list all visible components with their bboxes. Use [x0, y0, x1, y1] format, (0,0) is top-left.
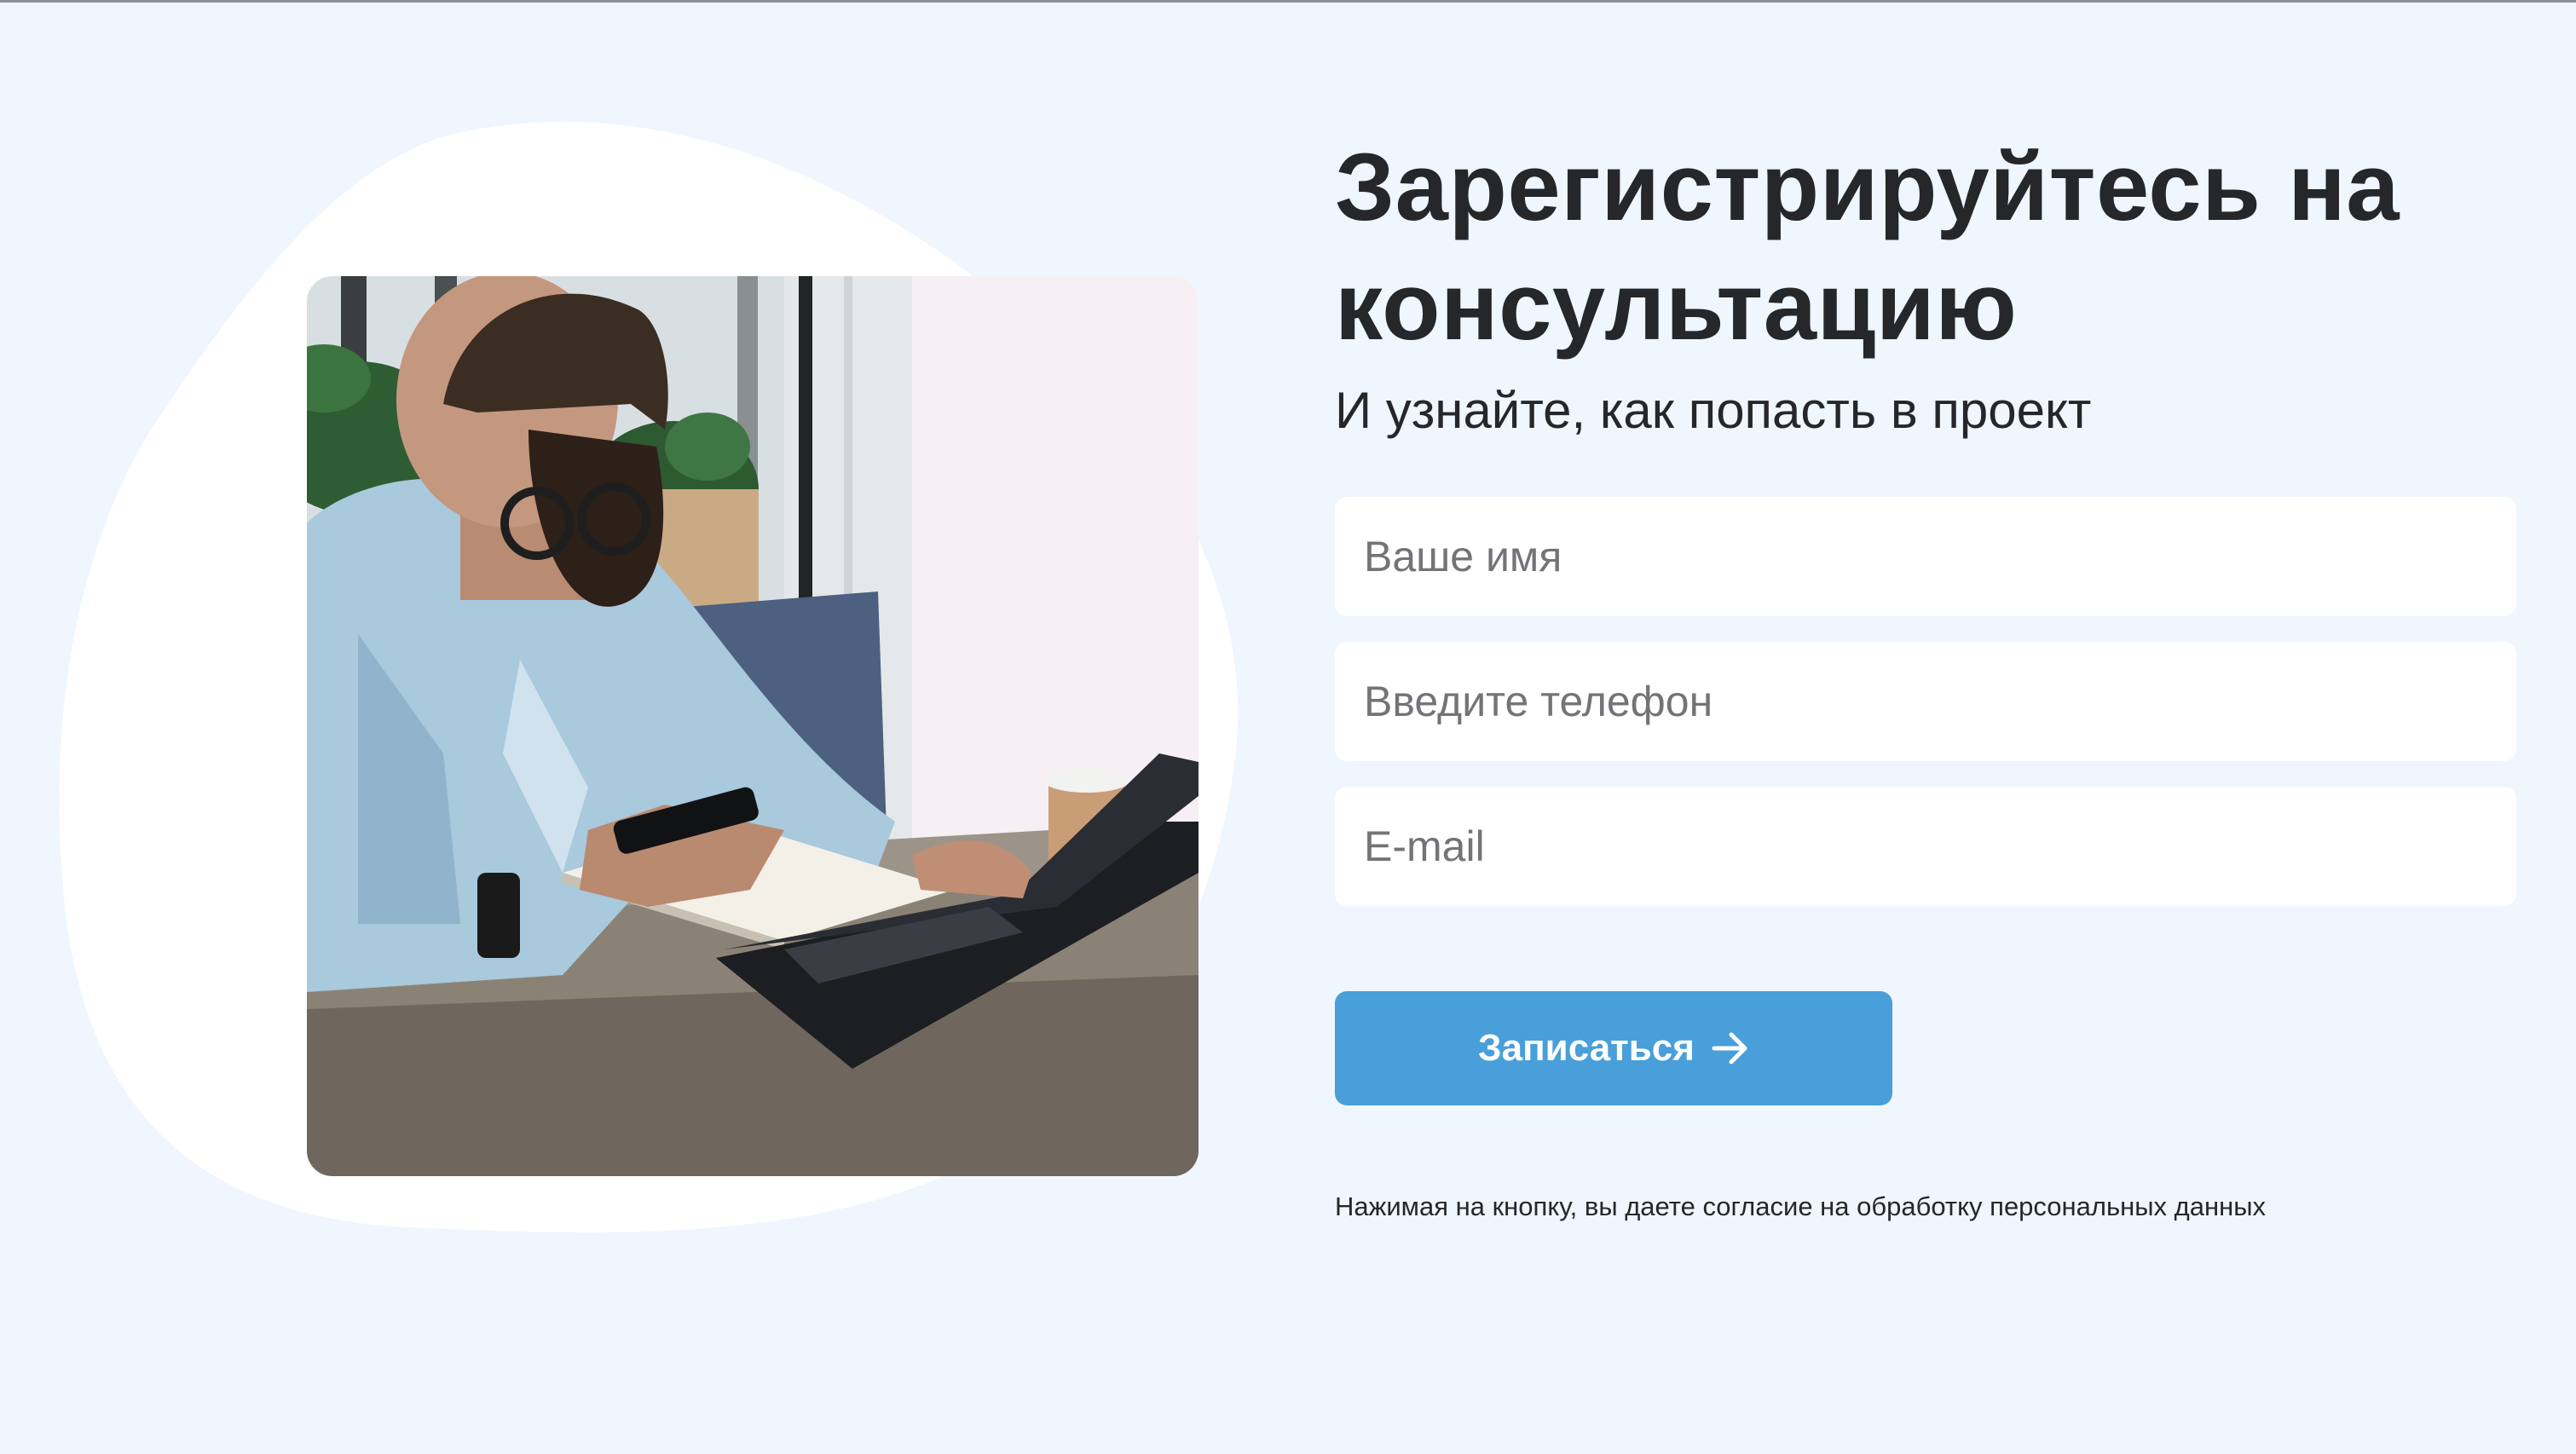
phone-field[interactable]: [1335, 642, 2516, 761]
email-field[interactable]: [1335, 787, 2516, 906]
submit-button-label: Записаться: [1478, 1027, 1695, 1069]
name-field[interactable]: [1335, 497, 2516, 616]
submit-button[interactable]: Записаться: [1335, 991, 1892, 1105]
consent-text: Нажимая на кнопку, вы даете согласие на …: [1335, 1191, 2266, 1221]
hero-photo: [307, 276, 1198, 1176]
arrow-right-icon: [1712, 1031, 1749, 1065]
page-title: Зарегистрируйтесь на консультацию: [1335, 134, 2400, 360]
page-subtitle: И узнайте, как попасть в проект: [1335, 382, 2092, 439]
